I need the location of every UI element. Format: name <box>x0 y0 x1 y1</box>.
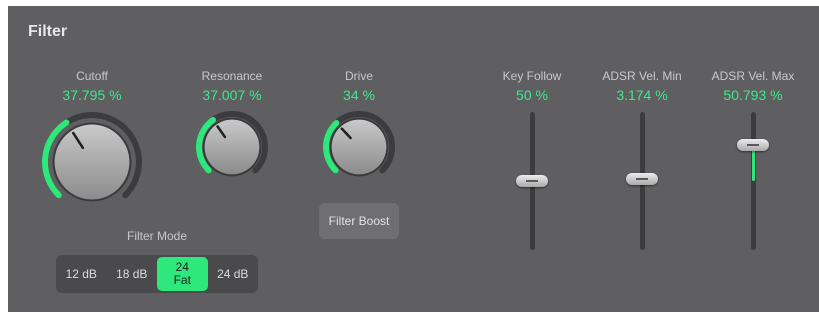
cutoff-knob[interactable] <box>40 110 144 214</box>
adsr-vel-max-label: ADSR Vel. Max <box>711 69 795 83</box>
filter-mode-24-fat-button[interactable]: 24 Fat <box>157 257 208 291</box>
knob-body <box>331 119 387 175</box>
filter-mode-18db-button[interactable]: 18 dB <box>107 255 158 293</box>
section-title: Filter <box>28 23 68 40</box>
drive-value: 34 % <box>343 87 375 103</box>
filter-mode-label: Filter Mode <box>126 229 188 243</box>
slider-track <box>750 112 756 250</box>
filter-mode-24db-button[interactable]: 24 dB <box>208 255 259 293</box>
slider-thumb[interactable] <box>516 175 548 187</box>
knob-body <box>54 124 130 200</box>
adsr-vel-max-slider[interactable] <box>737 112 769 250</box>
resonance-value: 37.007 % <box>202 87 262 103</box>
key-follow-slider[interactable] <box>516 112 548 250</box>
drive-label: Drive <box>344 69 373 83</box>
resonance-label: Resonance <box>201 69 263 83</box>
slider-thumb[interactable] <box>626 172 658 185</box>
adsr-vel-min-slider[interactable] <box>626 112 658 250</box>
filter-boost-button[interactable]: Filter Boost <box>319 203 399 239</box>
adsr-vel-max-value: 50.793 % <box>723 87 783 103</box>
cutoff-value: 37.795 % <box>62 87 122 103</box>
knob-body <box>204 119 260 175</box>
filter-mode-12db-button[interactable]: 12 dB <box>56 255 107 293</box>
cutoff-label: Cutoff <box>76 69 108 83</box>
drive-knob[interactable] <box>321 109 397 185</box>
resonance-knob[interactable] <box>194 109 270 185</box>
filter-mode-selector: 12 dB 18 dB 24 Fat 24 dB <box>56 255 258 293</box>
slider-thumb[interactable] <box>737 138 769 151</box>
